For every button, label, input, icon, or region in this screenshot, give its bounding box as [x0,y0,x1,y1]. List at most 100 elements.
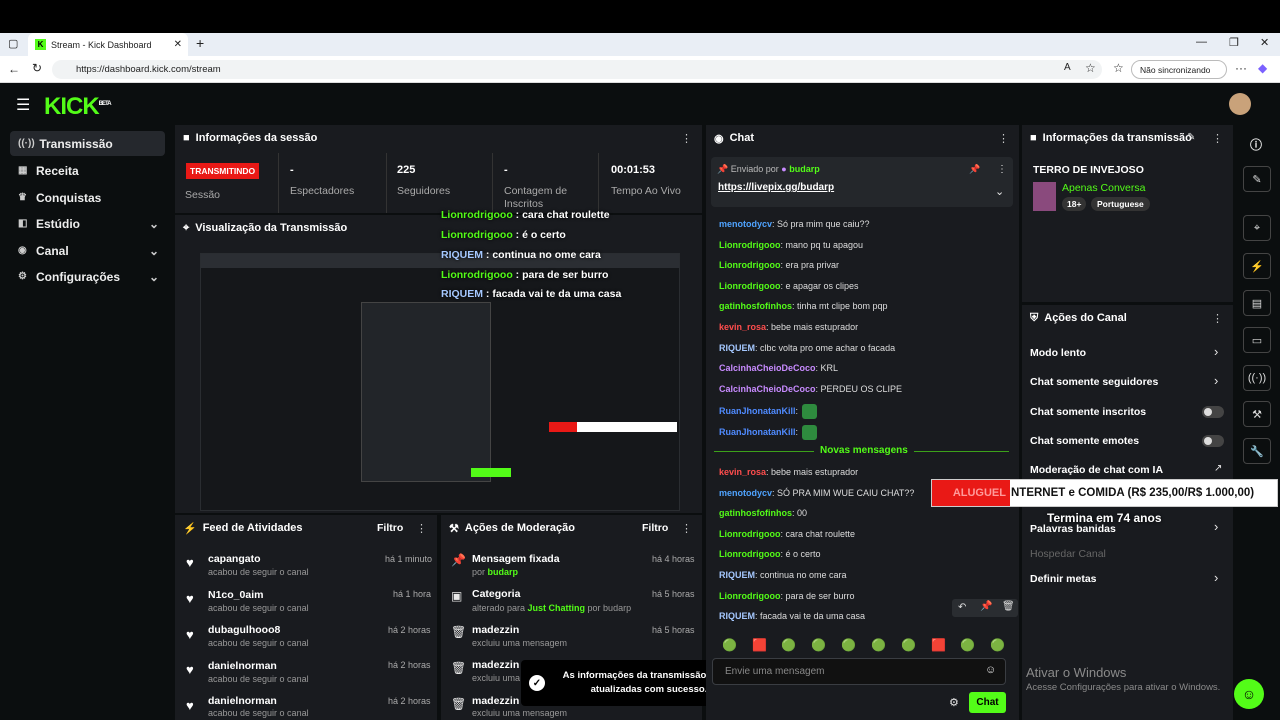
chevron-down-icon[interactable]: ⌄ [995,185,1004,198]
chat-username[interactable]: RuanJhonatanKill [719,427,796,437]
preview-rail-icon[interactable]: ⌖ [1243,215,1271,241]
chat-message[interactable]: gatinhosfofinhos: 00 [719,508,807,518]
edit-icon[interactable]: ✎ [1187,132,1195,143]
chat-username[interactable]: RIQUEM [719,611,755,621]
chevron-right-icon[interactable]: › [1214,519,1218,534]
chat-username[interactable]: Lionrodrigooo [719,591,780,601]
chat-message[interactable]: RIQUEM: continua no ome cara [719,570,847,580]
pinned-link[interactable]: https://livepix.gg/budarp [718,182,834,193]
url-field[interactable]: https://dashboard.kick.com/stream [52,60,1102,79]
chat-username[interactable]: gatinhosfofinhos [719,301,792,311]
support-chat-icon[interactable]: ☺ [1234,679,1264,709]
chat-message[interactable]: menotodycv: Só pra mim que caiu?? [719,219,870,229]
chat-username[interactable]: CalcinhaCheioDeCoco [719,363,816,373]
chat-username[interactable]: RIQUEM [719,343,755,353]
chat-message[interactable]: CalcinhaCheioDeCoco: PERDEU OS CLIPE [719,384,902,394]
chat-settings-icon[interactable]: ⚙ [949,696,959,709]
send-chat-button[interactable]: Chat [969,692,1006,713]
close-tab-icon[interactable]: ✕ [174,39,182,50]
chat-message[interactable]: Lionrodrigooo: para de ser burro [719,591,855,601]
favorite-icon[interactable]: ☆ [1085,61,1096,75]
ai-moderation-item[interactable]: Moderação de chat com IA [1030,464,1163,476]
chat-message[interactable]: Lionrodrigooo: é o certo [719,549,821,559]
category-name[interactable]: Apenas Conversa [1062,182,1145,194]
emote-icon[interactable]: 🟢 [811,638,826,652]
emoji-icon[interactable]: ☺ [985,664,996,676]
avatar[interactable] [1229,93,1251,115]
chevron-right-icon[interactable]: › [1214,344,1218,359]
sidebar-item-canal[interactable]: ◉ Canal ⌄ [10,238,165,263]
more-icon[interactable]: ··· [1235,61,1247,75]
chevron-right-icon[interactable]: › [1214,570,1218,585]
chat-rail-icon[interactable]: ▭ [1243,327,1271,353]
emote-icon[interactable]: 🟢 [781,638,796,652]
emote-icon[interactable]: 🟢 [901,638,916,652]
chat-message[interactable]: RIQUEM: clbc volta pro ome achar o facad… [719,343,895,353]
sidebar-item-receita[interactable]: ▦ Receita [10,158,165,183]
chat-username[interactable]: Lionrodrigooo [719,240,780,250]
chat-username[interactable]: RIQUEM [719,570,755,580]
sidebar-item-conquistas[interactable]: ♛ Conquistas [10,185,165,210]
chat-username[interactable]: kevin_rosa [719,322,766,332]
new-tab-icon[interactable]: + [196,35,204,51]
more-options-icon[interactable]: ⋮ [416,522,427,535]
sidebar-item-configuracoes[interactable]: ⚙ Configurações ⌄ [10,264,165,289]
chat-username[interactable]: CalcinhaCheioDeCoco [719,384,816,394]
slow-mode-item[interactable]: Modo lento [1030,347,1086,359]
feed-user[interactable]: danielnorman [208,695,277,707]
emote-icon[interactable]: 🟢 [960,638,975,652]
chat-message[interactable]: Lionrodrigooo: mano pq tu apagou [719,240,863,250]
chat-username[interactable]: Lionrodrigooo [719,281,780,291]
emote-icon[interactable]: 🟢 [722,638,737,652]
pin-message-icon[interactable]: 📌 [980,601,992,612]
minimize-icon[interactable]: — [1196,36,1207,48]
tab-actions-icon[interactable]: ▢ [8,37,18,50]
more-options-icon[interactable]: ⋮ [1212,132,1223,145]
feed-filter-button[interactable]: Filtro [377,522,403,534]
menu-icon[interactable]: ☰ [16,95,30,115]
emotes-only-toggle[interactable] [1202,435,1224,447]
more-options-icon[interactable]: ⋮ [681,522,692,535]
followers-only-item[interactable]: Chat somente seguidores [1030,376,1158,388]
copilot-icon[interactable]: ◆ [1258,61,1267,75]
feed-user[interactable]: N1co_0aim [208,589,263,601]
chat-message[interactable]: kevin_rosa: bebe mais estuprador [719,322,858,332]
browser-tab[interactable]: K Stream - Kick Dashboard ✕ [28,33,188,56]
wrench-rail-icon[interactable]: 🔧 [1243,438,1271,464]
chat-username[interactable]: gatinhosfofinhos [719,508,792,518]
set-goals-item[interactable]: Definir metas [1030,573,1097,585]
read-aloud-icon[interactable]: A [1064,62,1071,73]
restore-icon[interactable]: ❐ [1229,36,1239,49]
pinned-message[interactable]: 📌 Enviado por ● budarp https://livepix.g… [711,157,1013,207]
close-window-icon[interactable]: ✕ [1260,36,1269,49]
chat-message[interactable]: RuanJhonatanKill: [719,425,818,440]
emote-icon[interactable]: 🟥 [931,638,946,652]
chat-message[interactable]: kevin_rosa: bebe mais estuprador [719,467,858,477]
chat-username[interactable]: Lionrodrigooo [719,529,780,539]
unpin-icon[interactable]: 📌 [969,164,980,175]
sync-button[interactable]: Não sincronizando [1131,60,1227,79]
chat-message[interactable]: gatinhosfofinhos: tinha mt clipe bom pqp [719,301,888,311]
chat-message[interactable]: CalcinhaCheioDeCoco: KRL [719,363,838,373]
pinned-more-icon[interactable]: ⋮ [997,164,1007,175]
sidebar-item-transmissao[interactable]: ((·)) Transmissão [10,131,165,156]
broadcast-rail-icon[interactable]: ((·)) [1243,365,1271,391]
emote-icon[interactable]: 🟢 [841,638,856,652]
chat-message[interactable]: RuanJhonatanKill: [719,404,818,420]
subs-only-toggle[interactable] [1202,406,1224,418]
back-icon[interactable]: ← [8,62,20,76]
chat-username[interactable]: Lionrodrigooo [719,549,780,559]
delete-icon[interactable]: 🗑 [1002,601,1015,612]
more-options-icon[interactable]: ⋮ [998,132,1009,145]
emote-icon[interactable]: 🟥 [752,638,767,652]
feed-user[interactable]: capangato [208,553,261,565]
chat-message[interactable]: Lionrodrigooo: e apagar os clipes [719,281,859,291]
feed-user[interactable]: danielnorman [208,660,277,672]
favorites-bar-icon[interactable]: ☆ [1113,61,1124,75]
kick-logo[interactable]: KICKBETA [44,93,112,121]
chat-username[interactable]: RuanJhonatanKill [719,406,796,416]
info-circle-icon[interactable]: ⓘ [1250,136,1262,153]
chat-username[interactable]: menotodycv [719,488,772,498]
reload-icon[interactable]: ↻ [32,61,42,75]
more-options-icon[interactable]: ⋮ [1212,312,1223,325]
